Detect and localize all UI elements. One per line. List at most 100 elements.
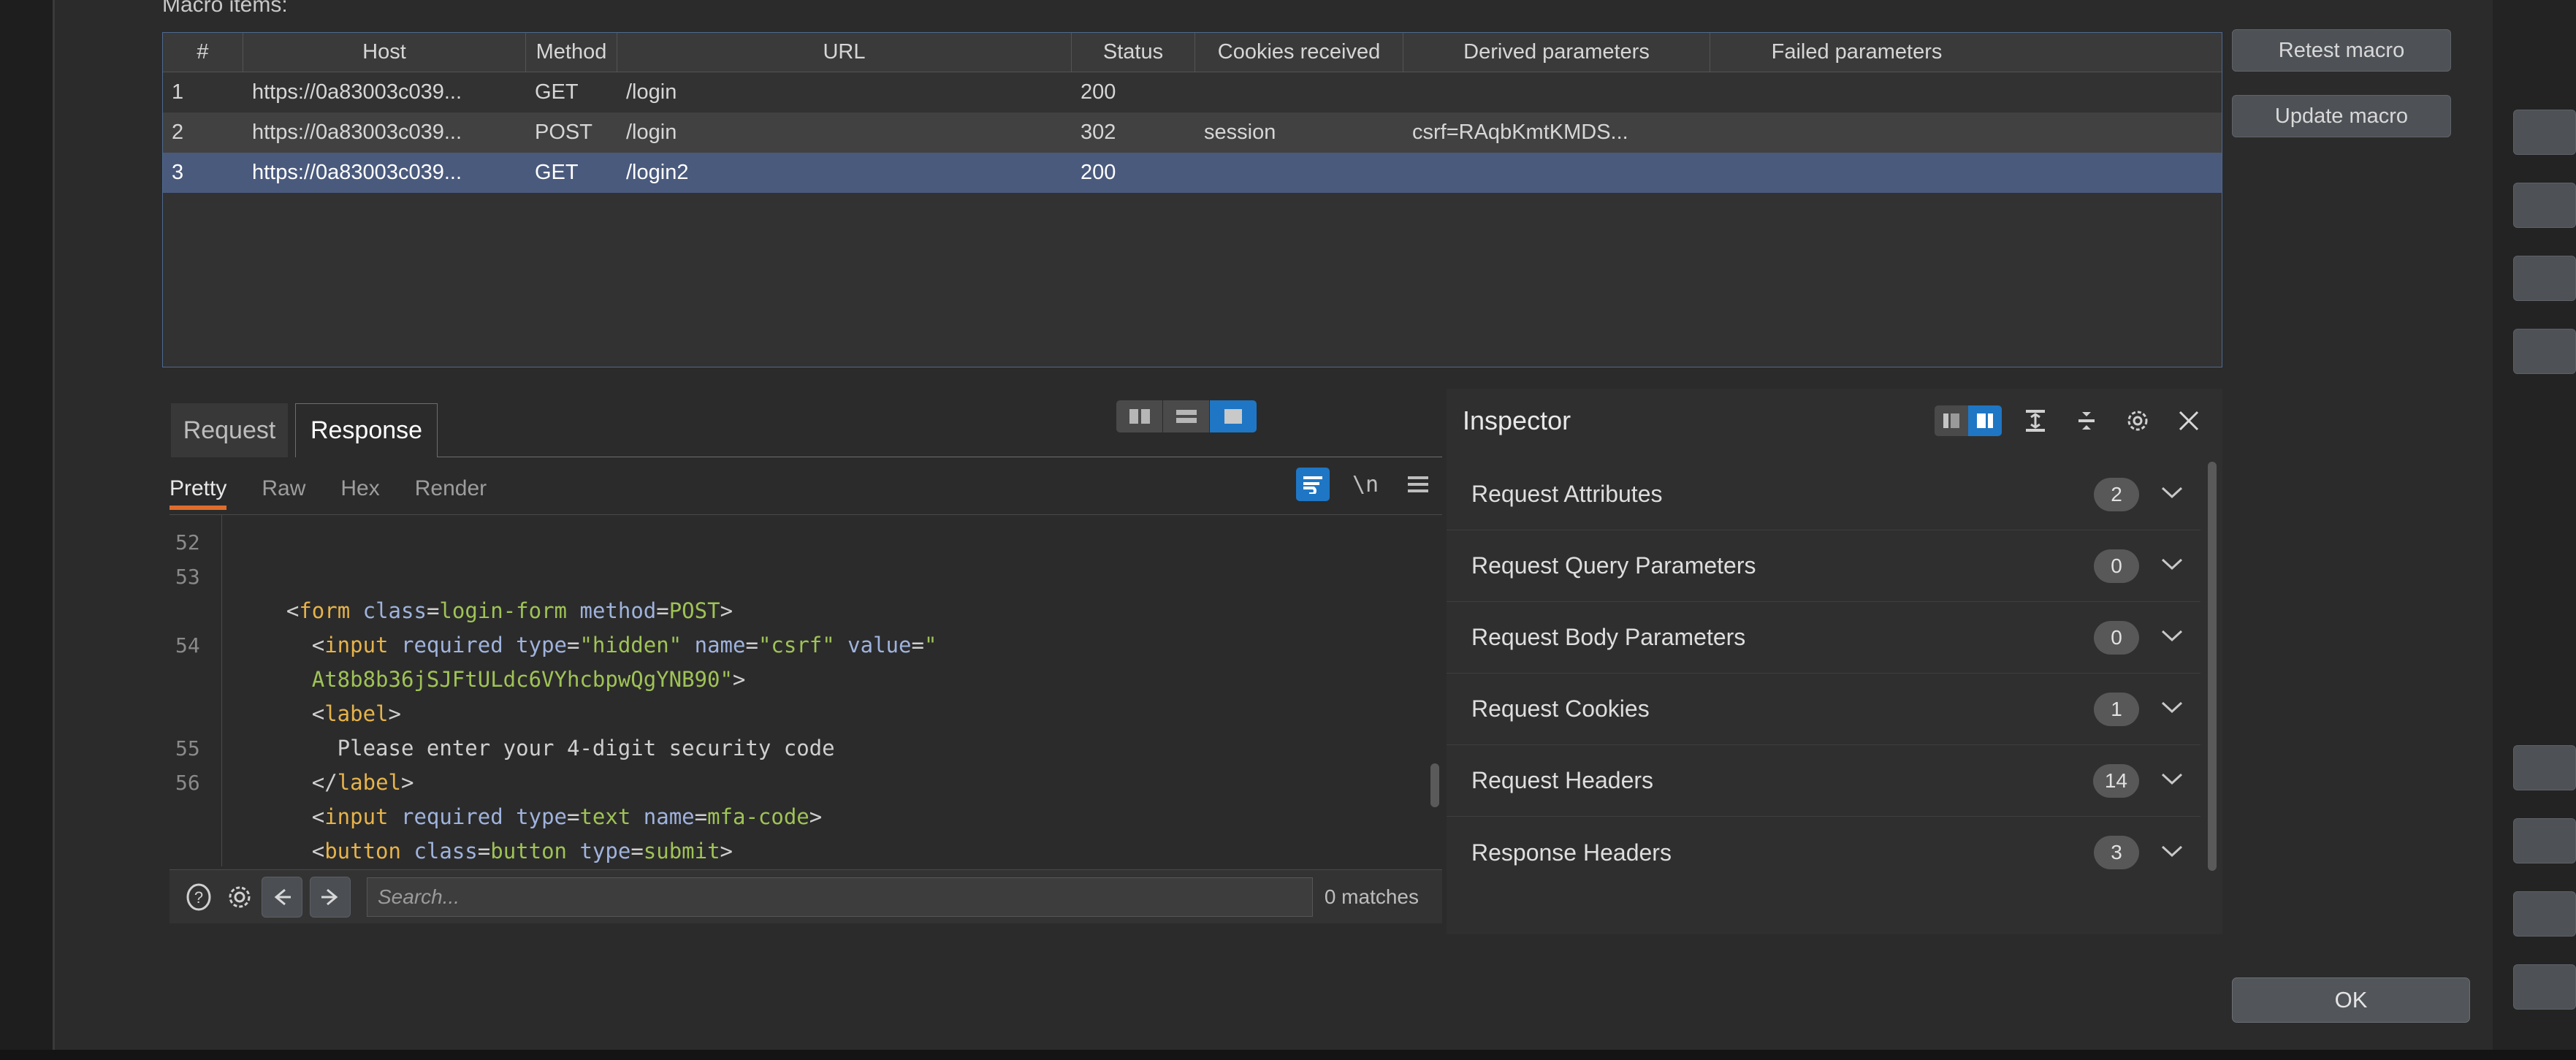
retest-macro-button[interactable]: Retest macro xyxy=(2232,29,2451,72)
search-next-button[interactable] xyxy=(310,876,351,918)
split-horizontal-icon[interactable] xyxy=(1163,400,1210,432)
inspector-section-request-cookies[interactable]: Request Cookies 1 xyxy=(1447,674,2200,745)
rail-button-2[interactable] xyxy=(2513,183,2576,228)
inspector-dock-toggle[interactable] xyxy=(1935,405,2002,436)
response-code-viewer[interactable]: 52 53 54 55 56 <form class=login-form method… xyxy=(169,514,1442,866)
cell-derived: csrf=RAqbKmtKMDS... xyxy=(1412,121,1628,144)
code-token: = xyxy=(426,598,440,623)
inspector-section-request-attributes[interactable]: Request Attributes 2 xyxy=(1447,459,2200,530)
column-header-index[interactable]: # xyxy=(163,33,243,72)
inspector-sections: Request Attributes 2 Request Query Param… xyxy=(1447,459,2200,934)
help-icon[interactable]: ? xyxy=(180,878,218,916)
column-header-method[interactable]: Method xyxy=(526,33,617,72)
code-token: submit xyxy=(643,839,720,863)
code-token: class xyxy=(414,839,478,863)
cell-index: 1 xyxy=(172,80,184,104)
inspector-panel: Inspector Request Attributes 2 Request Q… xyxy=(1447,389,2222,934)
word-wrap-icon[interactable] xyxy=(1296,468,1330,501)
code-token: login-form xyxy=(439,598,568,623)
code-token: = xyxy=(567,804,580,829)
burp-macro-editor-dialog: Macro items: # Host Method URL Status Co… xyxy=(0,0,2576,1060)
chevron-down-icon[interactable] xyxy=(2160,771,2184,790)
ok-button[interactable]: OK xyxy=(2232,977,2470,1023)
rail-button-3[interactable] xyxy=(2513,256,2576,301)
column-header-derived[interactable]: Derived parameters xyxy=(1403,33,1710,72)
view-tab-render[interactable]: Render xyxy=(415,476,487,508)
panel-right-icon[interactable] xyxy=(1968,405,2002,436)
update-macro-button[interactable]: Update macro xyxy=(2232,95,2451,137)
rail-button-6[interactable] xyxy=(2513,818,2576,863)
cell-host: https://0a83003c039... xyxy=(252,121,462,144)
code-token: > xyxy=(720,839,733,863)
view-tab-hex[interactable]: Hex xyxy=(340,476,379,508)
column-header-failed[interactable]: Failed parameters xyxy=(1710,33,2003,72)
code-token: button xyxy=(324,839,401,863)
chevron-down-icon[interactable] xyxy=(2160,628,2184,647)
rail-button-8[interactable] xyxy=(2513,964,2576,1010)
search-prev-button[interactable] xyxy=(262,876,302,918)
column-header-cookies[interactable]: Cookies received xyxy=(1195,33,1403,72)
table-row[interactable]: 2 https://0a83003c039... POST /login 302… xyxy=(163,113,2222,153)
table-row[interactable]: 1 https://0a83003c039... GET /login 200 xyxy=(163,72,2222,113)
view-tab-pretty[interactable]: Pretty xyxy=(169,476,227,510)
rail-button-4[interactable] xyxy=(2513,329,2576,374)
column-header-status[interactable]: Status xyxy=(1072,33,1195,72)
gear-icon[interactable] xyxy=(2120,403,2155,438)
tab-request[interactable]: Request xyxy=(171,403,288,457)
inspector-header: Inspector xyxy=(1447,389,2222,453)
code-token: Please enter your 4-digit security code xyxy=(235,736,835,760)
single-pane-icon[interactable] xyxy=(1210,400,1257,432)
panel-left-icon[interactable] xyxy=(1935,405,1968,436)
code-line: <input required type=text name=mfa-code> xyxy=(235,800,1442,834)
search-input[interactable]: Search... xyxy=(367,877,1313,917)
table-row-selected[interactable]: 3 https://0a83003c039... GET /login2 200 xyxy=(163,153,2222,193)
code-token: required xyxy=(401,804,503,829)
expand-all-icon[interactable] xyxy=(2069,403,2104,438)
chevron-down-icon[interactable] xyxy=(2160,484,2184,504)
code-token: < xyxy=(235,701,325,726)
inspector-section-request-headers[interactable]: Request Headers 14 xyxy=(1447,745,2200,817)
newline-label: \n xyxy=(1352,471,1379,497)
inspector-section-response-headers[interactable]: Response Headers 3 xyxy=(1447,817,2200,888)
close-icon[interactable] xyxy=(2171,403,2206,438)
rail-button-7[interactable] xyxy=(2513,891,2576,937)
code-token: = xyxy=(656,598,669,623)
inspector-section-request-query-parameters[interactable]: Request Query Parameters 0 xyxy=(1447,530,2200,602)
rail-button-5[interactable] xyxy=(2513,745,2576,790)
view-tab-raw[interactable]: Raw xyxy=(262,476,305,508)
table-header-row: # Host Method URL Status Cookies receive… xyxy=(163,33,2222,72)
section-count-badge: 14 xyxy=(2092,763,2139,798)
gear-icon[interactable] xyxy=(221,878,259,916)
code-content[interactable]: <form class=login-form method=POST> <inp… xyxy=(222,515,1442,866)
macro-items-table[interactable]: # Host Method URL Status Cookies receive… xyxy=(162,32,2222,367)
chevron-down-icon[interactable] xyxy=(2160,556,2184,576)
code-token: = xyxy=(745,633,758,657)
chevron-down-icon[interactable] xyxy=(2160,843,2184,863)
rail-button-1[interactable] xyxy=(2513,110,2576,155)
menu-icon[interactable] xyxy=(1401,468,1435,501)
layout-toggle-group[interactable] xyxy=(1116,400,1257,432)
newline-icon[interactable]: \n xyxy=(1349,468,1382,501)
column-header-url[interactable]: URL xyxy=(617,33,1072,72)
collapse-all-icon[interactable] xyxy=(2018,403,2053,438)
chevron-down-icon[interactable] xyxy=(2160,699,2184,719)
section-label: Request Attributes xyxy=(1471,481,1663,507)
search-bar: ? Search... 0 matches xyxy=(169,869,1442,923)
code-token: mfa-code xyxy=(707,804,809,829)
split-vertical-icon[interactable] xyxy=(1116,400,1163,432)
section-label: Request Query Parameters xyxy=(1471,552,1756,579)
column-header-host[interactable]: Host xyxy=(243,33,526,72)
cell-host: https://0a83003c039... xyxy=(252,161,462,184)
code-token: required xyxy=(401,633,503,657)
cell-url: /login xyxy=(626,121,677,144)
tab-response[interactable]: Response xyxy=(295,403,438,457)
code-token: = xyxy=(911,633,924,657)
inspector-section-request-body-parameters[interactable]: Request Body Parameters 0 xyxy=(1447,602,2200,674)
inspector-scrollbar[interactable] xyxy=(2208,462,2217,871)
code-scrollbar[interactable] xyxy=(1430,763,1439,807)
